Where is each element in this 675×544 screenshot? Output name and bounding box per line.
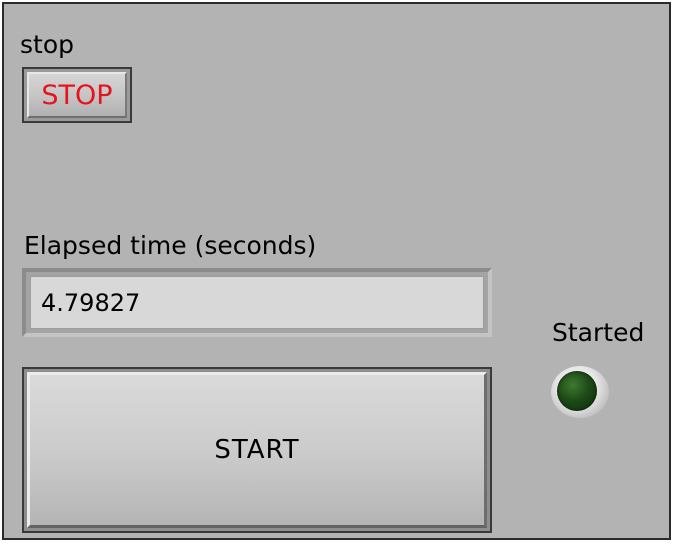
elapsed-time-value: 4.79827: [41, 288, 141, 317]
elapsed-time-display: 4.79827: [30, 276, 484, 329]
stop-label: stop: [20, 30, 74, 59]
elapsed-time-indicator: 4.79827: [22, 268, 492, 337]
start-button-face[interactable]: START: [27, 372, 487, 528]
start-button[interactable]: START: [22, 367, 492, 533]
started-label: Started: [552, 318, 645, 347]
stop-button-face[interactable]: STOP: [27, 72, 127, 118]
elapsed-time-label: Elapsed time (seconds): [24, 231, 317, 260]
stop-button[interactable]: STOP: [22, 67, 132, 123]
led-indicator-lamp: [557, 371, 597, 411]
front-panel: stop STOP Elapsed time (seconds) 4.79827…: [2, 2, 671, 540]
stop-button-text: STOP: [41, 79, 113, 111]
led-indicator-icon: [551, 366, 609, 418]
start-button-text: START: [214, 435, 300, 465]
